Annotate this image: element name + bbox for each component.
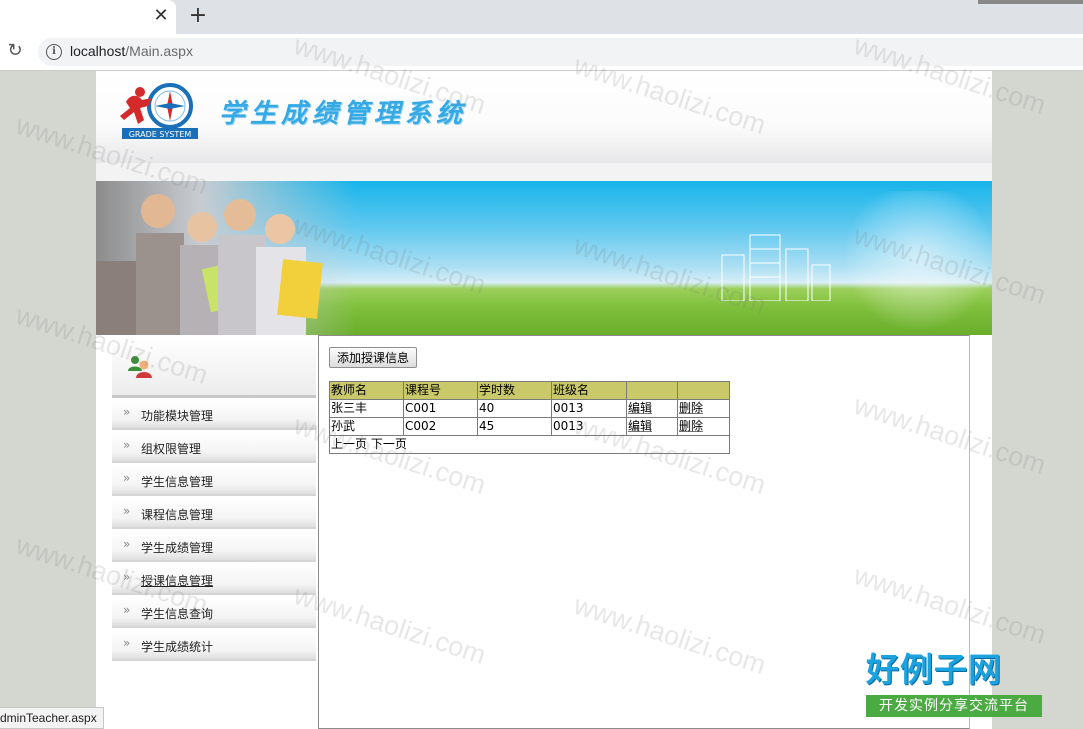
- banner-image: [96, 181, 992, 335]
- address-bar: ↻ i localhost/Main.aspx: [0, 34, 1083, 71]
- users-icon: [128, 356, 152, 378]
- reload-icon[interactable]: ↻: [4, 40, 26, 62]
- delete-cell: 删除: [677, 417, 730, 436]
- url-path: /Main.aspx: [125, 43, 193, 59]
- new-tab-icon[interactable]: +: [187, 5, 209, 27]
- brand-name: 好例子网: [866, 650, 1002, 689]
- pager-row: 上一页 下一页: [329, 435, 730, 454]
- sidebar-item-group-permissions[interactable]: » 组权限管理: [112, 432, 316, 463]
- cell-hours: 40: [477, 399, 552, 418]
- pager-cell: 上一页 下一页: [329, 435, 730, 454]
- sidebar: » 功能模块管理 » 组权限管理 » 学生信息管理 » 课程信息管理 » 学生成…: [112, 337, 316, 729]
- browser-tab-bar: ✕ +: [0, 0, 1083, 34]
- delete-cell: 删除: [677, 399, 730, 418]
- url-field[interactable]: i localhost/Main.aspx: [38, 38, 1083, 66]
- banner-people: [96, 181, 356, 335]
- table-header-row: 教师名 课程号 学时数 班级名: [329, 381, 730, 400]
- next-page-link[interactable]: 下一页: [371, 437, 407, 451]
- chevron-double-right-icon: »: [123, 438, 131, 452]
- people-illustration: [96, 194, 323, 335]
- sidebar-item-label: 授课信息管理: [141, 574, 214, 588]
- sidebar-header: [112, 337, 316, 395]
- edit-link[interactable]: 编辑: [628, 419, 652, 433]
- chevron-double-right-icon: »: [123, 504, 131, 518]
- column-header: [677, 381, 730, 400]
- browser-tab[interactable]: ✕: [0, 0, 176, 34]
- column-header: 学时数: [477, 381, 552, 400]
- banner-girl: [846, 191, 992, 335]
- edit-cell: 编辑: [626, 399, 678, 418]
- info-icon[interactable]: i: [46, 44, 62, 60]
- sidebar-item-teaching-info[interactable]: » 授课信息管理: [112, 564, 316, 595]
- cell-hours: 45: [477, 417, 552, 436]
- chevron-double-right-icon: »: [123, 471, 131, 485]
- edit-cell: 编辑: [626, 417, 678, 436]
- cell-teacher: 张三丰: [329, 399, 404, 418]
- city-illustration: [721, 234, 831, 301]
- url-text: localhost/Main.aspx: [70, 43, 193, 59]
- table-row: 孙武 C002 45 0013 编辑 删除: [329, 417, 730, 436]
- site-header: GRADE SYSTEM 学生成绩管理系统: [96, 71, 992, 163]
- page: GRADE SYSTEM 学生成绩管理系统 » 功能模块管理 » 组权限管理 »…: [96, 71, 992, 729]
- delete-link[interactable]: 删除: [679, 419, 703, 433]
- sidebar-item-label: 学生成绩管理: [141, 541, 214, 555]
- page-title: 学生成绩管理系统: [219, 99, 468, 129]
- sidebar-item-student-query[interactable]: » 学生信息查询: [112, 597, 316, 628]
- url-host: localhost: [70, 43, 126, 59]
- sidebar-item-label: 功能模块管理: [141, 409, 214, 423]
- brand-badge: 好例子网 开发实例分享交流平台: [866, 650, 1044, 720]
- sidebar-item-label: 学生成绩统计: [141, 640, 214, 654]
- chevron-double-right-icon: »: [123, 636, 131, 650]
- column-header: [626, 381, 678, 400]
- sidebar-item-label: 组权限管理: [141, 442, 202, 456]
- cell-course: C001: [403, 399, 478, 418]
- sidebar-item-grade-statistics[interactable]: » 学生成绩统计: [112, 630, 316, 661]
- status-bar: dminTeacher.aspx: [0, 707, 104, 729]
- sidebar-item-label: 学生信息管理: [141, 475, 214, 489]
- sidebar-item-course-info[interactable]: » 课程信息管理: [112, 498, 316, 529]
- column-header: 课程号: [403, 381, 478, 400]
- cell-class: 0013: [551, 399, 627, 418]
- sidebar-divider: [112, 395, 316, 398]
- window-edge: [978, 0, 1083, 4]
- sidebar-item-label: 学生信息查询: [141, 607, 214, 621]
- edit-link[interactable]: 编辑: [628, 401, 652, 415]
- chevron-double-right-icon: »: [123, 405, 131, 419]
- table-row: 张三丰 C001 40 0013 编辑 删除: [329, 399, 730, 418]
- sidebar-item-function-modules[interactable]: » 功能模块管理: [112, 399, 316, 430]
- add-teaching-info-button[interactable]: 添加授课信息: [329, 347, 417, 368]
- sidebar-item-label: 课程信息管理: [141, 508, 214, 522]
- brand-slogan: 开发实例分享交流平台: [866, 695, 1042, 717]
- sidebar-item-student-info[interactable]: » 学生信息管理: [112, 465, 316, 496]
- teaching-info-table: 教师名 课程号 学时数 班级名 张三丰 C001 40 0013 编辑 删除 孙…: [329, 381, 730, 454]
- column-header: 教师名: [329, 381, 404, 400]
- logo-text: GRADE SYSTEM: [129, 130, 192, 139]
- prev-page-link[interactable]: 上一页: [331, 437, 367, 451]
- cell-course: C002: [403, 417, 478, 436]
- chevron-double-right-icon: »: [123, 537, 131, 551]
- header-divider: [96, 163, 992, 181]
- cell-teacher: 孙武: [329, 417, 404, 436]
- sidebar-item-grade-management[interactable]: » 学生成绩管理: [112, 531, 316, 562]
- logo-icon: GRADE SYSTEM: [120, 83, 198, 139]
- delete-link[interactable]: 删除: [679, 401, 703, 415]
- chevron-double-right-icon: »: [123, 570, 131, 584]
- close-icon[interactable]: ✕: [151, 6, 171, 26]
- cell-class: 0013: [551, 417, 627, 436]
- chevron-double-right-icon: »: [123, 603, 131, 617]
- column-header: 班级名: [551, 381, 627, 400]
